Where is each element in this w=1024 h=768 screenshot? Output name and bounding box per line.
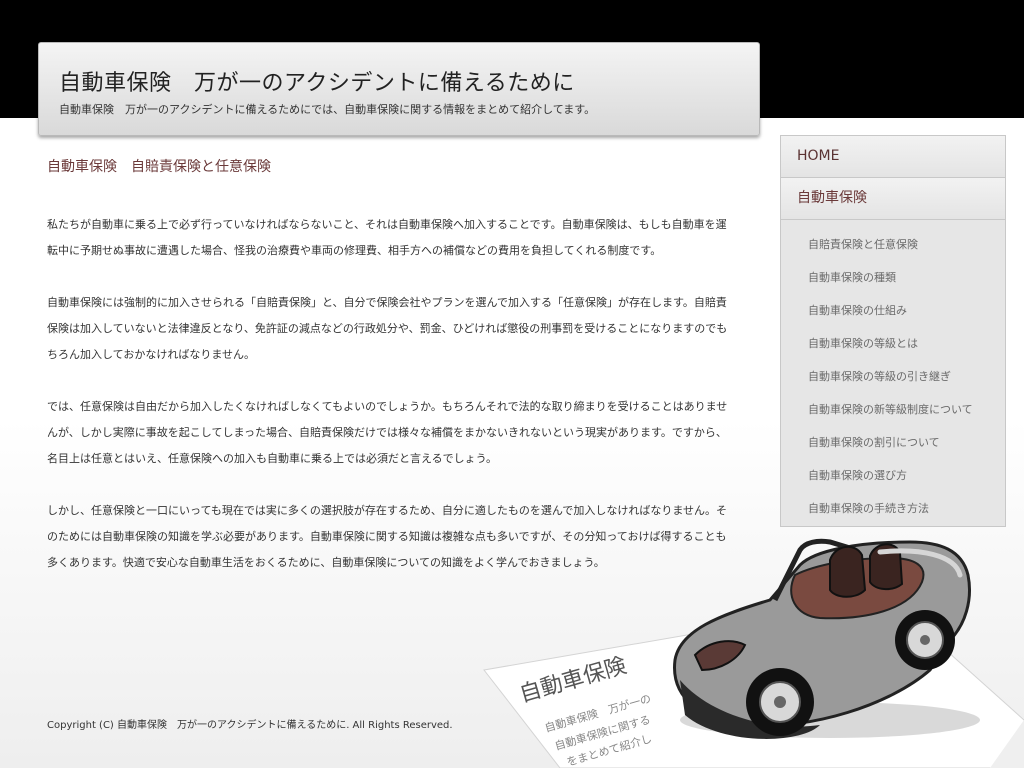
convertible-car-image xyxy=(673,538,980,739)
sidebar-category-link[interactable]: 自動車保険 xyxy=(781,178,1005,220)
site-header: 自動車保険 万が一のアクシデントに備えるために 自動車保険 万が一のアクシデント… xyxy=(38,42,760,136)
paragraph: 自動車保険には強制的に加入させられる「自賠責保険」と、自分で保険会社やプランを選… xyxy=(47,296,728,361)
sidebar-nav: HOME 自動車保険 自賠責保険と任意保険 自動車保険の種類 自動車保険の仕組み… xyxy=(780,135,1006,527)
sidebar-item-new-grade-system[interactable]: 自動車保険の新等級制度について xyxy=(781,393,1005,426)
paragraph: では、任意保険は自由だから加入したくなければしなくてもよいのでしょうか。もちろん… xyxy=(47,400,728,465)
page-title: 自動車保険 自賠責保険と任意保険 xyxy=(47,159,271,175)
footer-copyright: Copyright (C) 自動車保険 万が一のアクシデントに備えるために. A… xyxy=(47,720,453,731)
car-and-document-illustration: 自動車保険 自動車保険 万が一の 自動車保険に関する をまとめて紹介し xyxy=(483,538,1024,768)
sidebar-item-types[interactable]: 自動車保険の種類 xyxy=(781,261,1005,294)
sidebar-item-jibaiseki[interactable]: 自賠責保険と任意保険 xyxy=(781,228,1005,261)
sidebar-item-grade-transfer[interactable]: 自動車保険の等級の引き継ぎ xyxy=(781,360,1005,393)
sidebar-item-mechanism[interactable]: 自動車保険の仕組み xyxy=(781,294,1005,327)
sidebar-item-how-to-choose[interactable]: 自動車保険の選び方 xyxy=(781,459,1005,492)
site-description: 自動車保険 万が一のアクシデントに備えるためにでは、自動車保険に関する情報をまと… xyxy=(59,103,596,116)
sidebar-home-link[interactable]: HOME xyxy=(781,136,1005,178)
paragraph: 私たちが自動車に乗る上で必ず行っていなければならないこと、それは自動車保険へ加入… xyxy=(47,218,727,257)
sidebar-item-discount[interactable]: 自動車保険の割引について xyxy=(781,426,1005,459)
main-content: 自動車保険 自賠責保険と任意保険 私たちが自動車に乗る上で必ず行っていなければな… xyxy=(47,156,737,569)
sidebar-item-grade[interactable]: 自動車保険の等級とは xyxy=(781,327,1005,360)
sidebar-list: 自賠責保険と任意保険 自動車保険の種類 自動車保険の仕組み 自動車保険の等級とは… xyxy=(781,220,1005,525)
site-title[interactable]: 自動車保険 万が一のアクシデントに備えるために xyxy=(59,65,575,97)
